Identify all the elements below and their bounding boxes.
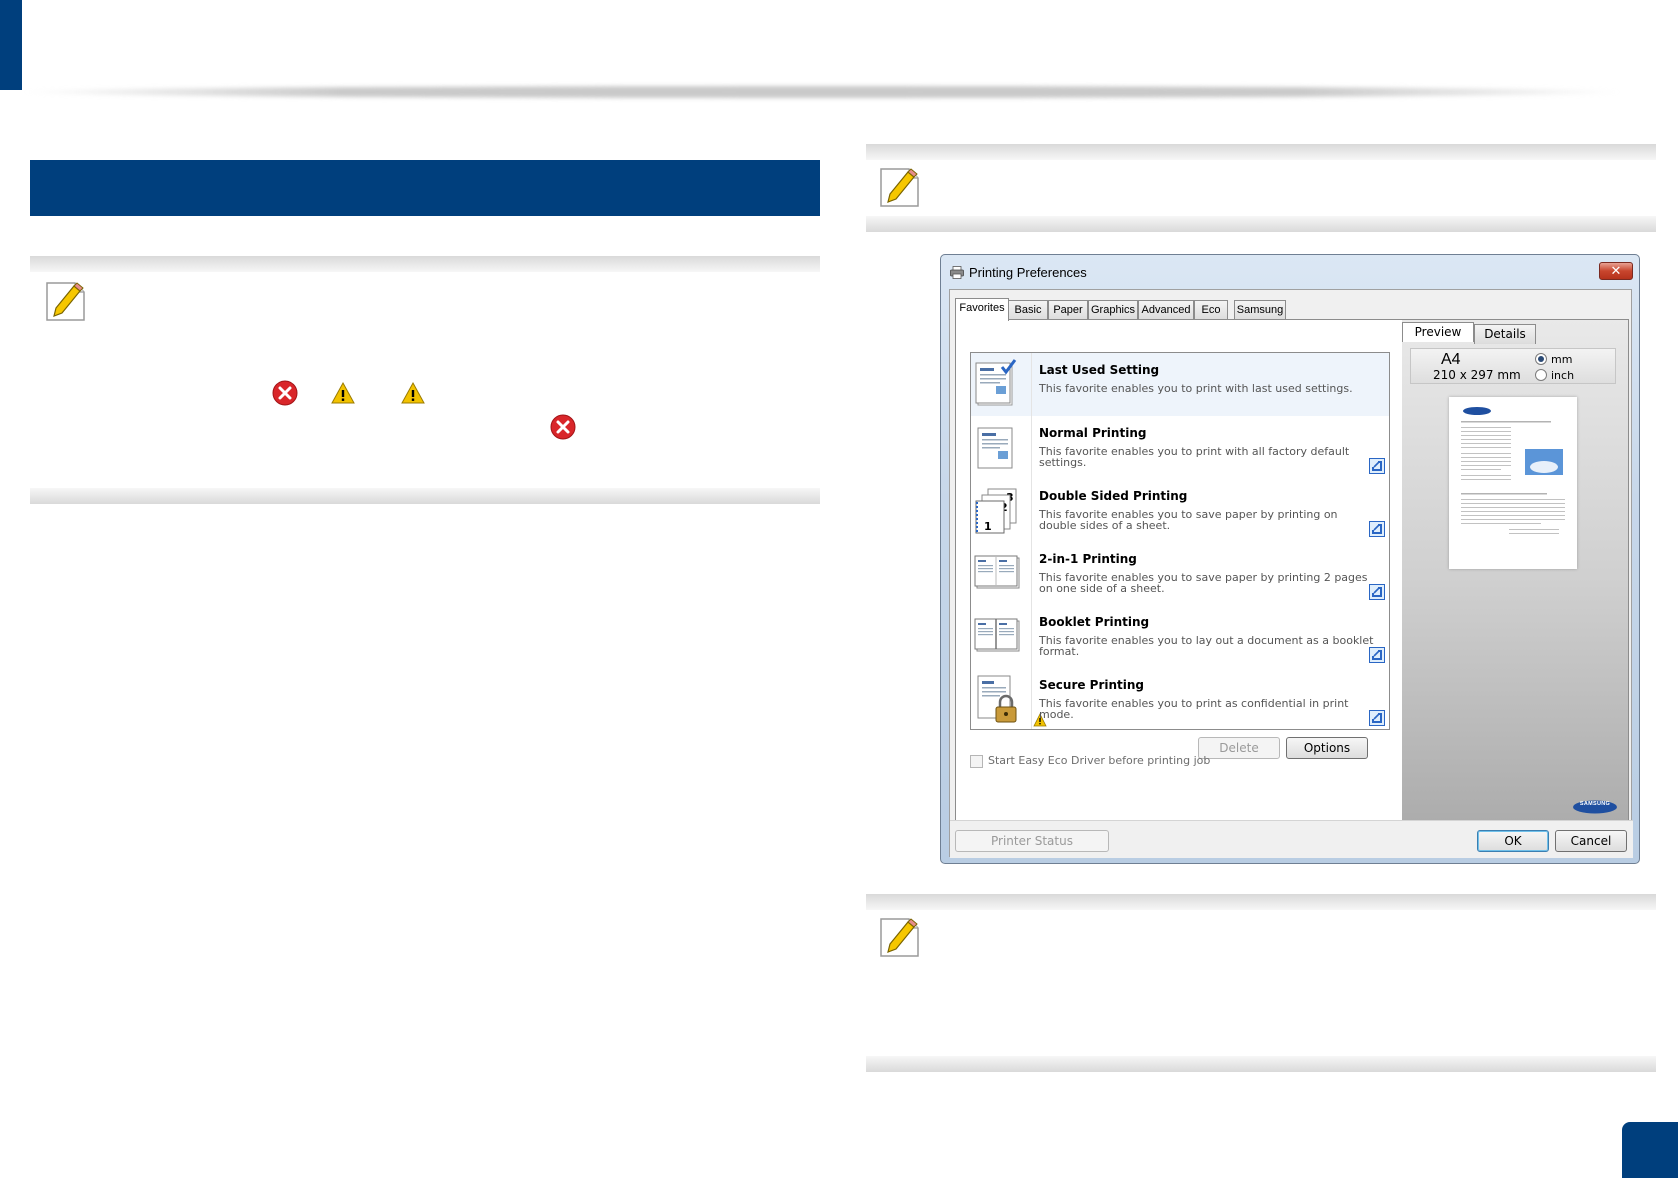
note-box-right-bottom bbox=[866, 894, 1656, 1072]
top-accent-bar bbox=[0, 0, 22, 90]
samsung-logo-text: SAMSUNG bbox=[1579, 801, 1611, 807]
favorite-title: Normal Printing bbox=[1039, 426, 1147, 440]
document-check-icon bbox=[975, 359, 1017, 406]
paper-size-label: A4 bbox=[1441, 351, 1461, 368]
note-pencil-icon bbox=[880, 918, 919, 957]
svg-text:1: 1 bbox=[984, 520, 992, 533]
paper-size-box: A4 210 x 297 mm mm inch bbox=[1410, 348, 1616, 384]
unit-inch-radio[interactable] bbox=[1535, 369, 1547, 381]
favorite-description: This favorite enables you to lay out a d… bbox=[1039, 634, 1374, 658]
edit-favorite-icon[interactable] bbox=[1369, 647, 1385, 663]
favorite-description: This favorite enables you to print with … bbox=[1039, 382, 1353, 395]
edit-favorite-icon[interactable] bbox=[1369, 521, 1385, 537]
document-icon bbox=[977, 427, 1013, 469]
edit-favorite-icon[interactable] bbox=[1369, 458, 1385, 474]
printer-icon bbox=[950, 266, 964, 279]
note-box-right-top bbox=[866, 144, 1656, 232]
favorite-title: Booklet Printing bbox=[1039, 615, 1150, 629]
tab-favorites[interactable]: Favorites bbox=[955, 298, 1009, 321]
tab-basic[interactable]: Basic bbox=[1008, 300, 1048, 320]
favorites-panel: Last Used Setting This favorite enables … bbox=[955, 319, 1629, 851]
favorite-title: Last Used Setting bbox=[1039, 363, 1160, 377]
cancel-button[interactable]: Cancel bbox=[1555, 830, 1627, 852]
eco-driver-label: Start Easy Eco Driver before printing jo… bbox=[988, 754, 1211, 767]
favorite-double-sided-printing[interactable]: 3 2 1 Double Sided Printing This favorit… bbox=[971, 479, 1389, 542]
note-pencil-icon bbox=[880, 168, 919, 207]
two-up-icon bbox=[974, 555, 1020, 589]
lock-document-icon bbox=[977, 675, 1017, 723]
favorite-description: This favorite enables you to save paper … bbox=[1039, 571, 1368, 595]
dialog-title: Printing Preferences bbox=[969, 265, 1087, 280]
options-button[interactable]: Options bbox=[1286, 737, 1368, 759]
warning-icon bbox=[401, 381, 425, 404]
unit-mm-label: mm bbox=[1551, 353, 1573, 366]
favorite-booklet-printing[interactable]: Booklet Printing This favorite enables y… bbox=[971, 605, 1389, 668]
favorite-secure-printing[interactable]: Secure Printing This favorite enables yo… bbox=[971, 668, 1389, 729]
favorite-title: 2-in-1 Printing bbox=[1039, 552, 1137, 566]
tab-samsung[interactable]: Samsung bbox=[1234, 300, 1286, 320]
close-button[interactable]: ✕ bbox=[1599, 262, 1633, 280]
tab-details[interactable]: Details bbox=[1474, 324, 1536, 344]
favorite-title: Secure Printing bbox=[1039, 678, 1145, 692]
unit-mm-radio[interactable] bbox=[1535, 353, 1547, 365]
tab-graphics[interactable]: Graphics bbox=[1088, 300, 1138, 320]
printer-status-button[interactable]: Printer Status bbox=[955, 830, 1109, 852]
edit-favorite-icon[interactable] bbox=[1369, 710, 1385, 726]
favorite-description: This favorite enables you to save paper … bbox=[1039, 508, 1338, 532]
favorite-2-in-1-printing[interactable]: 2-in-1 Printing This favorite enables yo… bbox=[971, 542, 1389, 605]
favorite-title: Double Sided Printing bbox=[1039, 489, 1188, 503]
error-icon bbox=[550, 414, 576, 440]
favorite-description: This favorite enables you to print with … bbox=[1039, 445, 1350, 469]
printing-preferences-dialog: Printing Preferences ✕ Favorites Basic P… bbox=[940, 254, 1640, 864]
favorite-description: This favorite enables you to print as co… bbox=[1039, 697, 1349, 721]
note-pencil-icon bbox=[46, 282, 85, 321]
note-box-left bbox=[30, 256, 820, 504]
preview-pane: Preview Details A4 210 x 297 mm mm inch bbox=[1402, 320, 1628, 850]
favorite-last-used-setting[interactable]: Last Used Setting This favorite enables … bbox=[971, 353, 1389, 416]
warning-icon bbox=[331, 381, 355, 404]
booklet-icon bbox=[974, 618, 1020, 652]
dialog-footer: Printer Status OK Cancel bbox=[950, 820, 1633, 858]
tab-paper[interactable]: Paper bbox=[1048, 300, 1088, 320]
edit-favorite-icon[interactable] bbox=[1369, 584, 1385, 600]
tab-preview[interactable]: Preview bbox=[1402, 322, 1474, 342]
tab-advanced[interactable]: Advanced bbox=[1138, 300, 1194, 320]
page-number-box bbox=[1622, 1122, 1678, 1178]
unit-inch-label: inch bbox=[1551, 369, 1575, 382]
error-icon bbox=[272, 380, 298, 406]
section-header-bar bbox=[30, 160, 820, 216]
favorite-normal-printing[interactable]: Normal Printing This favorite enables yo… bbox=[971, 416, 1389, 479]
eco-driver-checkbox[interactable] bbox=[970, 755, 983, 768]
tab-eco[interactable]: Eco bbox=[1194, 300, 1228, 320]
duplex-icon: 3 2 1 bbox=[975, 488, 1017, 534]
page-preview-thumbnail bbox=[1449, 397, 1577, 569]
top-divider bbox=[22, 86, 1622, 98]
favorites-list: Last Used Setting This favorite enables … bbox=[970, 352, 1390, 730]
dialog-client-area: Favorites Basic Paper Graphics Advanced … bbox=[949, 289, 1633, 858]
ok-button[interactable]: OK bbox=[1477, 830, 1549, 852]
paper-dimensions: 210 x 297 mm bbox=[1433, 368, 1521, 382]
